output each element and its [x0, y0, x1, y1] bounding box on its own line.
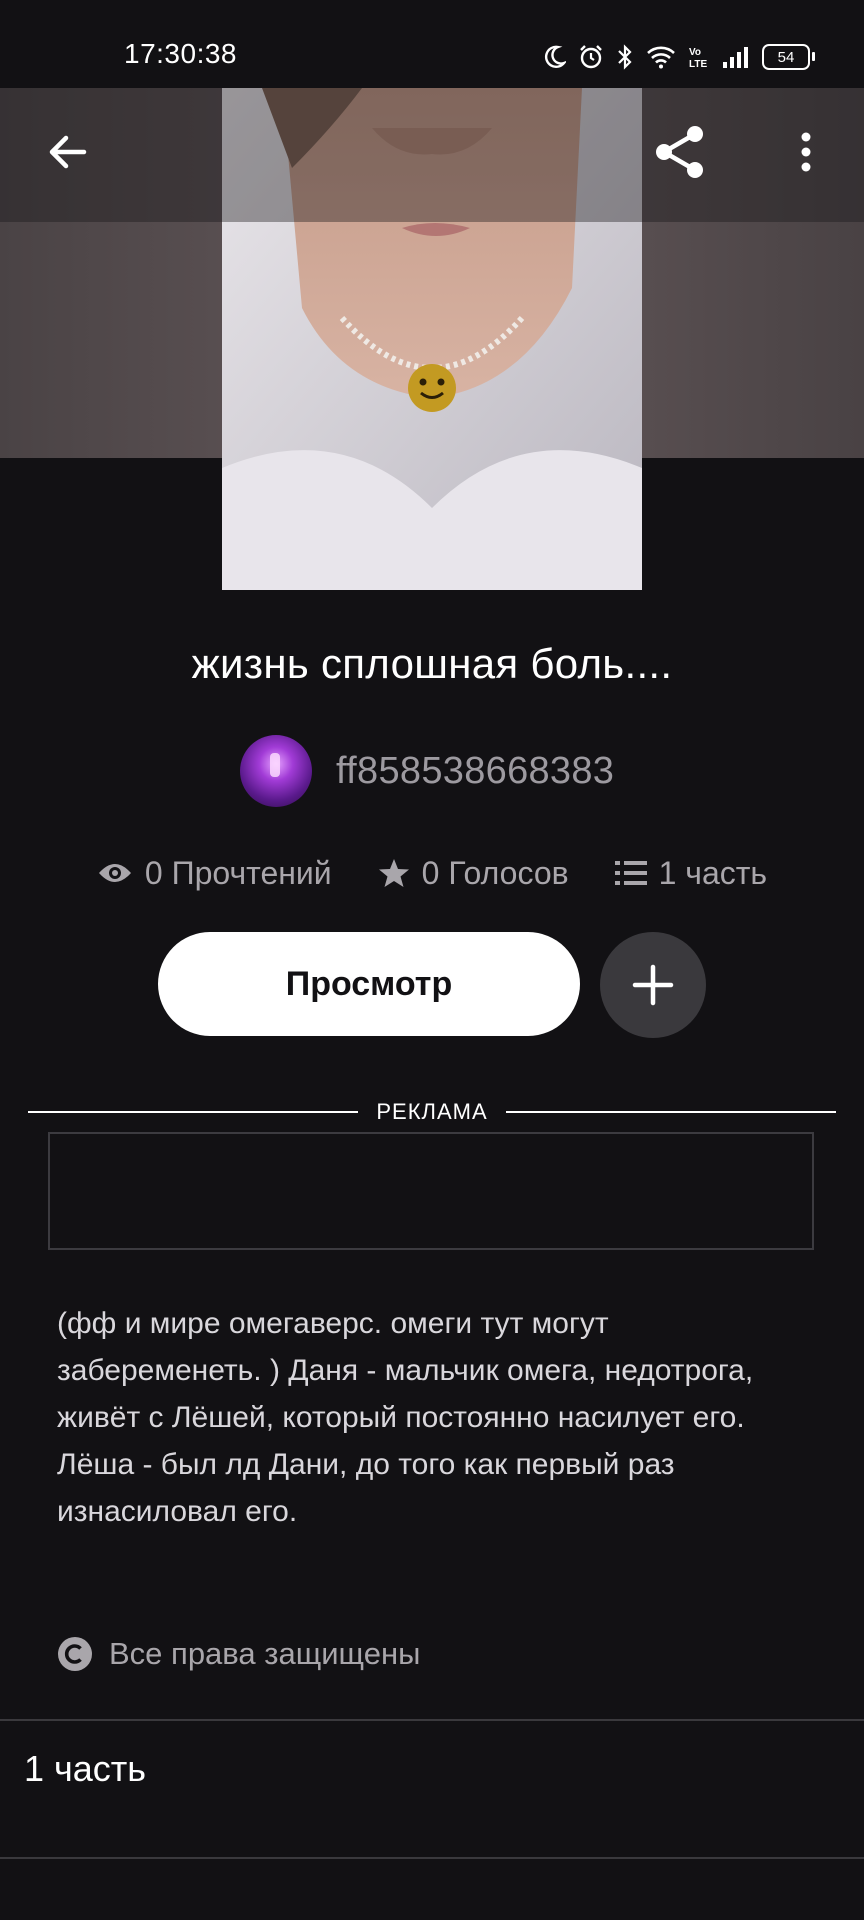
section-divider — [0, 1719, 864, 1721]
status-time: 17:30:38 — [124, 38, 237, 69]
more-menu-button[interactable] — [780, 118, 832, 186]
view-button[interactable]: Просмотр — [158, 932, 580, 1036]
plus-icon — [632, 964, 674, 1006]
section-divider — [0, 1857, 864, 1859]
add-to-library-button[interactable] — [600, 932, 706, 1038]
story-stats: 0 Прочтений 0 Голосов 1 часть — [0, 848, 864, 898]
bluetooth-icon — [618, 44, 632, 70]
ad-label: РЕКЛАМА — [376, 1099, 488, 1124]
battery-level: 54 — [777, 48, 795, 66]
list-icon — [614, 861, 647, 885]
alarm-icon — [580, 45, 602, 69]
story-title: жизнь сплошная боль.... — [191, 640, 673, 687]
moon-icon — [544, 45, 566, 68]
wifi-icon — [647, 46, 675, 69]
author-link[interactable]: ff858538668383 — [240, 734, 614, 808]
parts-stat: 1 часть — [614, 854, 768, 892]
share-icon — [656, 126, 703, 178]
svg-text:LTE: LTE — [689, 59, 707, 70]
arrow-left-icon — [49, 135, 87, 169]
parts-heading[interactable]: 1 часть — [24, 1748, 146, 1790]
votes-count: 0 Голосов — [421, 854, 569, 891]
eye-icon — [98, 864, 131, 882]
divider-line — [28, 1111, 359, 1113]
reads-stat: 0 Прочтений — [97, 855, 332, 892]
status-bar: 17:30:38 Vo LTE 54 — [0, 0, 864, 88]
app-bar — [0, 88, 864, 222]
avatar — [240, 735, 312, 807]
copyright-notice: Все права защищены — [57, 1632, 420, 1676]
reads-count: 0 Прочтений — [144, 854, 332, 891]
ad-divider: РЕКЛАМА — [28, 1098, 836, 1126]
copyright-text: Все права защищены — [109, 1636, 421, 1671]
more-vertical-icon — [801, 132, 811, 172]
battery-icon: 54 — [762, 44, 815, 70]
signal-icon — [723, 47, 748, 68]
author-name: ff858538668383 — [336, 749, 615, 792]
share-button[interactable] — [644, 118, 716, 186]
votes-stat: 0 Голосов — [378, 855, 569, 892]
divider-line — [505, 1111, 836, 1113]
story-description: (фф и мире омегаверс. омеги тут могут за… — [57, 1307, 754, 1528]
ad-banner[interactable] — [48, 1132, 814, 1250]
volte-icon: Vo LTE — [689, 47, 707, 70]
parts-count: 1 часть — [658, 854, 768, 891]
svg-text:Vo: Vo — [689, 47, 701, 58]
copyright-icon — [58, 1637, 92, 1671]
back-button[interactable] — [34, 118, 102, 186]
star-icon — [378, 859, 409, 887]
status-icons: Vo LTE 54 — [544, 40, 815, 74]
